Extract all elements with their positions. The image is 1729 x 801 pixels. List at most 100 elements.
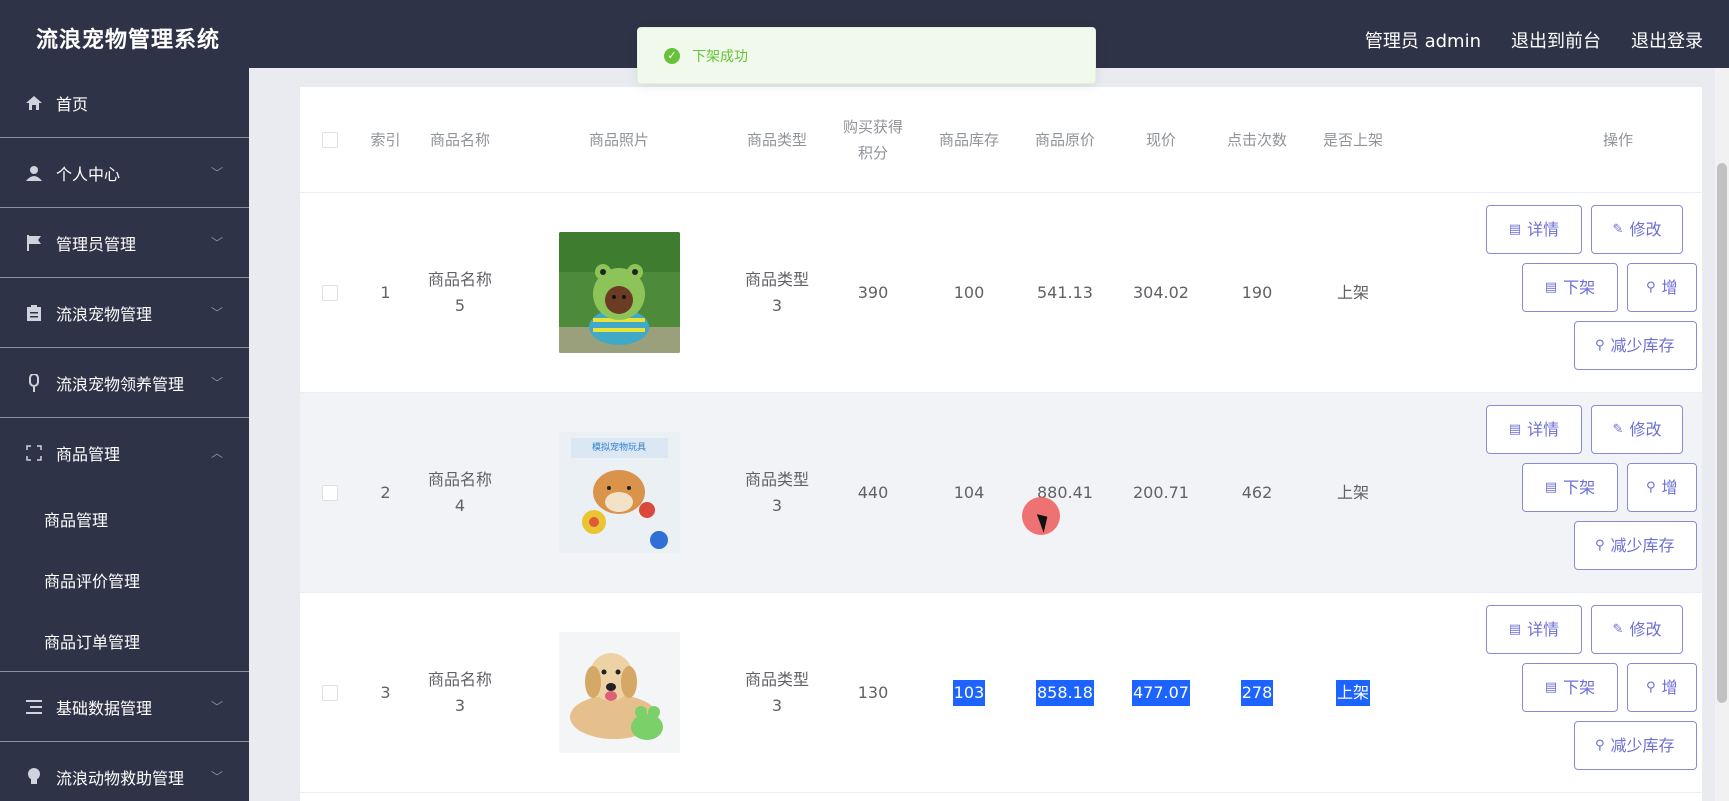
cell-name-line2: 4 <box>454 495 466 515</box>
header-stock: 商品库存 <box>938 130 999 149</box>
header-name: 商品名称 <box>429 130 490 149</box>
ops-group: ▤ 详情 ✎ 修改 ▤ 下架 ⚲ 增 ⚲ 减少库存 <box>1401 393 1702 592</box>
cell-orig-price: 541.13 <box>1037 282 1093 302</box>
goods-photo-frog-hat-dog[interactable] <box>558 232 680 353</box>
cell-type-line1: 商品类型 <box>744 469 809 489</box>
submenu-item-reviews[interactable]: 商品评价管理 <box>0 549 249 610</box>
selected-text: 858.18 <box>1036 679 1094 706</box>
reduce-stock-button[interactable]: ⚲ 减少库存 <box>1574 721 1697 770</box>
add-stock-button[interactable]: ⚲ 增 <box>1627 263 1697 312</box>
ops-group: ▤ 详情 ✎ 修改 ▤ 下架 ⚲ 增 ⚲ 减少库存 <box>1401 593 1702 792</box>
cell-index: 2 <box>380 482 391 502</box>
document-icon: ▤ <box>1544 279 1558 295</box>
ops-group: ▤ 详情 ✎ 修改 ▤ 下架 ⚲ 增 ⚲ 减少库存 <box>1401 193 1702 392</box>
sidebar-item-pets[interactable]: 流浪宠物管理 ﹀ <box>0 278 249 348</box>
cell-stock: 104 <box>953 482 985 502</box>
sidebar-item-home[interactable]: 首页 <box>0 68 249 138</box>
detail-button-label: 详情 <box>1527 419 1560 439</box>
submenu-item-label: 商品订单管理 <box>44 632 141 652</box>
cell-clicks: 190 <box>1241 282 1273 302</box>
edit-button[interactable]: ✎ 修改 <box>1591 605 1683 654</box>
cell-name-line1: 商品名称 <box>427 469 492 489</box>
row-checkbox[interactable] <box>322 484 338 501</box>
header-points-line1: 购买获得 <box>842 117 903 136</box>
sidebar-item-admin[interactable]: 管理员管理 ﹀ <box>0 208 249 278</box>
cell-type-line1: 商品类型 <box>744 669 809 689</box>
add-stock-button[interactable]: ⚲ 增 <box>1627 463 1697 512</box>
sidebar-item-profile[interactable]: 个人中心 ﹀ <box>0 138 249 208</box>
add-stock-button-label: 增 <box>1661 477 1678 497</box>
cell-type: 商品类型 3 <box>729 393 825 592</box>
cell-name: 商品名称 3 <box>411 593 509 792</box>
cell-points: 390 <box>857 282 889 302</box>
sidebar-item-rescue[interactable]: 流浪动物救助管理 ﹀ <box>0 742 249 801</box>
row-select-cell <box>300 393 360 592</box>
cell-type: 商品类型 3 <box>729 193 825 392</box>
sidebar-item-basedata[interactable]: 基础数据管理 ﹀ <box>0 672 249 742</box>
submenu-item-goods[interactable]: 商品管理 <box>0 488 249 549</box>
chevron-down-icon: ﹀ <box>210 770 223 784</box>
row-checkbox[interactable] <box>322 684 338 701</box>
chevron-down-icon: ﹀ <box>210 376 223 390</box>
cell-type-line2: 3 <box>771 295 783 315</box>
success-toast: ✓ 下架成功 <box>637 27 1096 84</box>
add-stock-button[interactable]: ⚲ 增 <box>1627 663 1697 712</box>
location-pin-icon: ⚲ <box>1595 537 1605 553</box>
chevron-down-icon: ﹀ <box>210 236 223 250</box>
table-header: 索引 商品名称 商品照片 商品类型 购买获得 积分 商品库存 商品原价 现价 点… <box>300 87 1702 193</box>
detail-button[interactable]: ▤ 详情 <box>1486 205 1582 254</box>
add-stock-button-label: 增 <box>1661 677 1678 697</box>
flag-icon <box>24 234 44 251</box>
off-shelf-button[interactable]: ▤ 下架 <box>1522 663 1618 712</box>
header-ops-label: 操作 <box>1603 130 1634 149</box>
goods-photo-golden-retriever[interactable] <box>558 632 680 753</box>
cell-orig-price: 858.18 <box>1017 593 1113 792</box>
header-clicks: 点击次数 <box>1226 130 1287 149</box>
document-icon: ▤ <box>1544 679 1558 695</box>
sidebar-item-label: 管理员管理 <box>56 234 137 254</box>
table-row: 2 商品名称 4 模拟宠物玩具 商品类型 3 440 104 880.41 20… <box>300 393 1702 593</box>
logout-link[interactable]: 退出登录 <box>1631 27 1703 53</box>
location-pin-icon: ⚲ <box>1646 479 1656 495</box>
vertical-scrollbar[interactable] <box>1715 68 1729 801</box>
off-shelf-button-label: 下架 <box>1563 277 1596 297</box>
edit-button[interactable]: ✎ 修改 <box>1591 205 1683 254</box>
detail-button[interactable]: ▤ 详情 <box>1486 605 1582 654</box>
goods-photo-shiba-toys[interactable]: 模拟宠物玩具 <box>558 432 680 553</box>
row-checkbox[interactable] <box>322 284 338 301</box>
select-all-checkbox[interactable] <box>322 131 338 148</box>
reduce-stock-button[interactable]: ⚲ 减少库存 <box>1574 321 1697 370</box>
row-select-cell <box>300 593 360 792</box>
sidebar-item-goods[interactable]: 商品管理 ︿ <box>0 418 249 488</box>
off-shelf-button[interactable]: ▤ 下架 <box>1522 263 1618 312</box>
sidebar: 首页 个人中心 ﹀ 管理员管理 ﹀ 流浪宠物管理 ﹀ 流浪宠物领养管理 ﹀ 商品… <box>0 68 249 801</box>
detail-button-label: 详情 <box>1527 619 1560 639</box>
edit-button[interactable]: ✎ 修改 <box>1591 405 1683 454</box>
exit-to-front-link[interactable]: 退出到前台 <box>1511 27 1601 53</box>
cell-name-line1: 商品名称 <box>427 669 492 689</box>
admin-user-label[interactable]: 管理员 admin <box>1365 27 1481 53</box>
header-points-line2: 积分 <box>857 143 888 162</box>
location-pin-icon: ⚲ <box>1595 337 1605 353</box>
cell-on-shelf: 上架 <box>1336 282 1369 302</box>
header-type: 商品类型 <box>746 130 807 149</box>
cell-photo: 模拟宠物玩具 <box>509 393 729 592</box>
cell-ops: ▤ 详情 ✎ 修改 ▤ 下架 ⚲ 增 ⚲ 减少库存 <box>1401 393 1702 592</box>
submenu-item-orders[interactable]: 商品订单管理 <box>0 610 249 671</box>
cell-type: 商品类型 3 <box>729 593 825 792</box>
cell-price: 477.07 <box>1113 593 1209 792</box>
sidebar-item-adoption[interactable]: 流浪宠物领养管理 ﹀ <box>0 348 249 418</box>
header-ops: 操作 <box>1401 87 1702 192</box>
cell-clicks: 278 <box>1209 593 1305 792</box>
scrollbar-thumb[interactable] <box>1717 163 1727 703</box>
reduce-stock-button[interactable]: ⚲ 减少库存 <box>1574 521 1697 570</box>
detail-button[interactable]: ▤ 详情 <box>1486 405 1582 454</box>
home-icon <box>24 95 44 110</box>
chevron-down-icon: ﹀ <box>210 166 223 180</box>
chevron-up-icon: ︿ <box>210 446 223 460</box>
cell-index: 3 <box>380 682 391 702</box>
edit-button-label: 修改 <box>1629 419 1662 439</box>
document-icon: ▤ <box>1508 221 1522 237</box>
reduce-stock-button-label: 减少库存 <box>1610 735 1675 755</box>
off-shelf-button[interactable]: ▤ 下架 <box>1522 463 1618 512</box>
